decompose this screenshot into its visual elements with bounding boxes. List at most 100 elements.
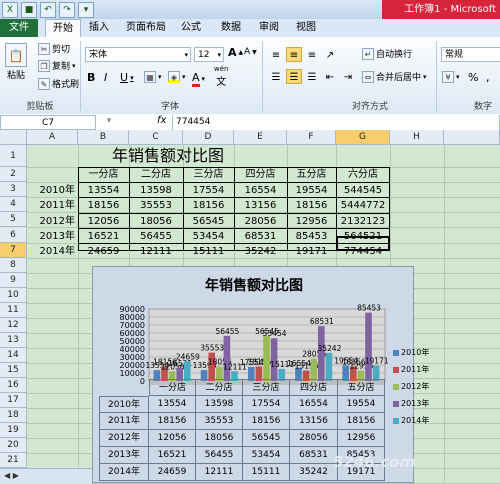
row-header-9[interactable]: 9 (0, 273, 27, 288)
expand-icon[interactable]: ▾ (102, 116, 116, 128)
save-icon[interactable]: ■ (21, 2, 37, 18)
value-cell[interactable]: 5444772 (336, 198, 390, 213)
value-cell[interactable]: 56455 (129, 229, 183, 244)
value-cell[interactable]: 28056 (234, 214, 287, 229)
embedded-chart[interactable]: 年销售额对比图 90000 80000 70000 60000 50000 40000 30… (92, 266, 429, 483)
year-cell[interactable]: 2011年 (27, 198, 78, 213)
column-header-b[interactable]: B (78, 130, 129, 145)
decrease-indent-icon[interactable]: ⇤ (322, 69, 338, 84)
top-align-icon[interactable]: ≡ (268, 47, 284, 62)
underline-button[interactable]: U ▾ (120, 71, 134, 84)
row-header-19[interactable]: 19 (0, 423, 27, 438)
tab-formulas[interactable]: 公式 (176, 19, 206, 37)
column-header-i[interactable] (444, 130, 500, 145)
phonetic-button[interactable]: wén 文 (214, 65, 228, 88)
name-box[interactable]: C7 (0, 115, 96, 130)
increase-indent-icon[interactable]: ⇥ (340, 69, 356, 84)
align-left-icon[interactable]: ☰ (268, 69, 284, 84)
font-color-button[interactable]: A ▾ (192, 71, 205, 87)
fill-color-button[interactable]: ◈ ▾ (168, 71, 186, 83)
sheet-nav-icon[interactable]: ◀ ▶ (4, 471, 19, 480)
borders-button[interactable]: ▦ ▾ (144, 71, 162, 83)
row-header-10[interactable]: 10 (0, 288, 27, 303)
row-header-5[interactable]: 5 (0, 212, 27, 227)
percent-button[interactable]: % (468, 71, 478, 84)
value-cell[interactable]: 13156 (234, 198, 287, 213)
value-cell[interactable]: 85453 (287, 229, 336, 244)
cut-button[interactable]: ✂ 剪切 (38, 42, 70, 55)
function-icon[interactable]: fx (157, 115, 166, 126)
year-cell[interactable]: 2012年 (27, 214, 78, 229)
sheet-title[interactable]: 年销售额对比图 (78, 145, 258, 167)
row-header-18[interactable]: 18 (0, 408, 27, 423)
row-header-17[interactable]: 17 (0, 393, 27, 408)
value-cell[interactable]: 12056 (78, 214, 129, 229)
bottom-align-icon[interactable]: ≡ (304, 47, 320, 62)
row-header-7[interactable]: 7 (0, 243, 27, 258)
select-all-corner[interactable] (0, 130, 27, 145)
row-header-15[interactable]: 15 (0, 363, 27, 378)
value-cell[interactable]: 13598 (129, 183, 183, 198)
tab-data[interactable]: 数据 (216, 19, 246, 37)
tab-review[interactable]: 审阅 (254, 19, 284, 37)
undo-icon[interactable]: ↶ (40, 2, 56, 18)
value-cell[interactable]: 12956 (287, 214, 336, 229)
row-header-8[interactable]: 8 (0, 258, 27, 273)
font-name-dropdown[interactable]: 宋体 ▾ (85, 47, 191, 62)
column-label-cell[interactable]: 五分店 (287, 167, 336, 182)
orientation-icon[interactable]: ↗ (322, 47, 338, 62)
legend-item[interactable]: 2014年 (393, 415, 429, 426)
bar-2014年-四分店[interactable] (325, 352, 333, 381)
row-header-20[interactable]: 20 (0, 438, 27, 453)
row-header-1[interactable]: 1 (0, 145, 27, 167)
bar-2013年-四分店[interactable] (318, 326, 325, 381)
column-label-cell[interactable]: 六分店 (336, 167, 390, 182)
redo-icon[interactable]: ↷ (59, 2, 75, 18)
formula-input[interactable]: 774454 (172, 115, 500, 130)
row-header-4[interactable]: 4 (0, 197, 27, 212)
value-cell[interactable]: 35242 (234, 244, 287, 259)
value-cell[interactable]: 13554 (78, 183, 129, 198)
legend-item[interactable]: 2012年 (393, 381, 429, 392)
column-header-c[interactable]: C (129, 130, 183, 145)
value-cell[interactable]: 24659 (78, 244, 129, 259)
row-header-21[interactable]: 21 (0, 453, 27, 468)
year-cell[interactable]: 2013年 (27, 229, 78, 244)
value-cell[interactable]: 18156 (287, 198, 336, 213)
sheet-tab-strip[interactable]: ◀ ▶ (0, 468, 92, 484)
merge-center-button[interactable]: ⇔ 合并后居中 ▾ (362, 70, 427, 83)
wrap-text-button[interactable]: ↵ 自动换行 (362, 47, 412, 60)
row-header-13[interactable]: 13 (0, 333, 27, 348)
grow-font-button[interactable]: A ▲ (228, 46, 243, 59)
value-cell[interactable]: 12111 (129, 244, 183, 259)
paste-button[interactable]: 📋 粘贴 (5, 43, 27, 81)
value-cell[interactable]: 15111 (183, 244, 234, 259)
year-cell[interactable]: 2014年 (27, 244, 78, 259)
value-cell[interactable]: 18156 (78, 198, 129, 213)
number-format-dropdown[interactable]: 常规 (441, 47, 500, 62)
tab-insert[interactable]: 插入 (84, 19, 114, 37)
bold-button[interactable]: B (87, 71, 95, 84)
font-size-dropdown[interactable]: 12 ▾ (194, 47, 224, 62)
value-cell[interactable]: 18156 (183, 198, 234, 213)
row-header-14[interactable]: 14 (0, 348, 27, 363)
column-header-g[interactable]: G (336, 130, 390, 145)
middle-align-icon[interactable]: ≡ (286, 47, 302, 62)
tab-page-layout[interactable]: 页面布局 (122, 19, 170, 37)
column-header-a[interactable]: A (27, 130, 78, 145)
copy-button[interactable]: ❐ 复制 ▾ (38, 59, 76, 72)
value-cell[interactable]: 16554 (234, 183, 287, 198)
row-header-2[interactable]: 2 (0, 167, 27, 182)
tab-view[interactable]: 视图 (291, 19, 321, 37)
format-painter-button[interactable]: ✎ 格式刷 (38, 77, 79, 90)
value-cell[interactable]: 17554 (183, 183, 234, 198)
bar-2012年-三分店[interactable] (263, 335, 270, 381)
row-header-16[interactable]: 16 (0, 378, 27, 393)
italic-button[interactable]: I (104, 71, 107, 84)
value-cell[interactable]: 18056 (129, 214, 183, 229)
value-cell[interactable]: 56545 (183, 214, 234, 229)
tab-file[interactable]: 文件 (0, 19, 38, 37)
row-header-12[interactable]: 12 (0, 318, 27, 333)
bar-2013年-二分店[interactable] (223, 335, 231, 381)
value-cell[interactable]: 35553 (129, 198, 183, 213)
